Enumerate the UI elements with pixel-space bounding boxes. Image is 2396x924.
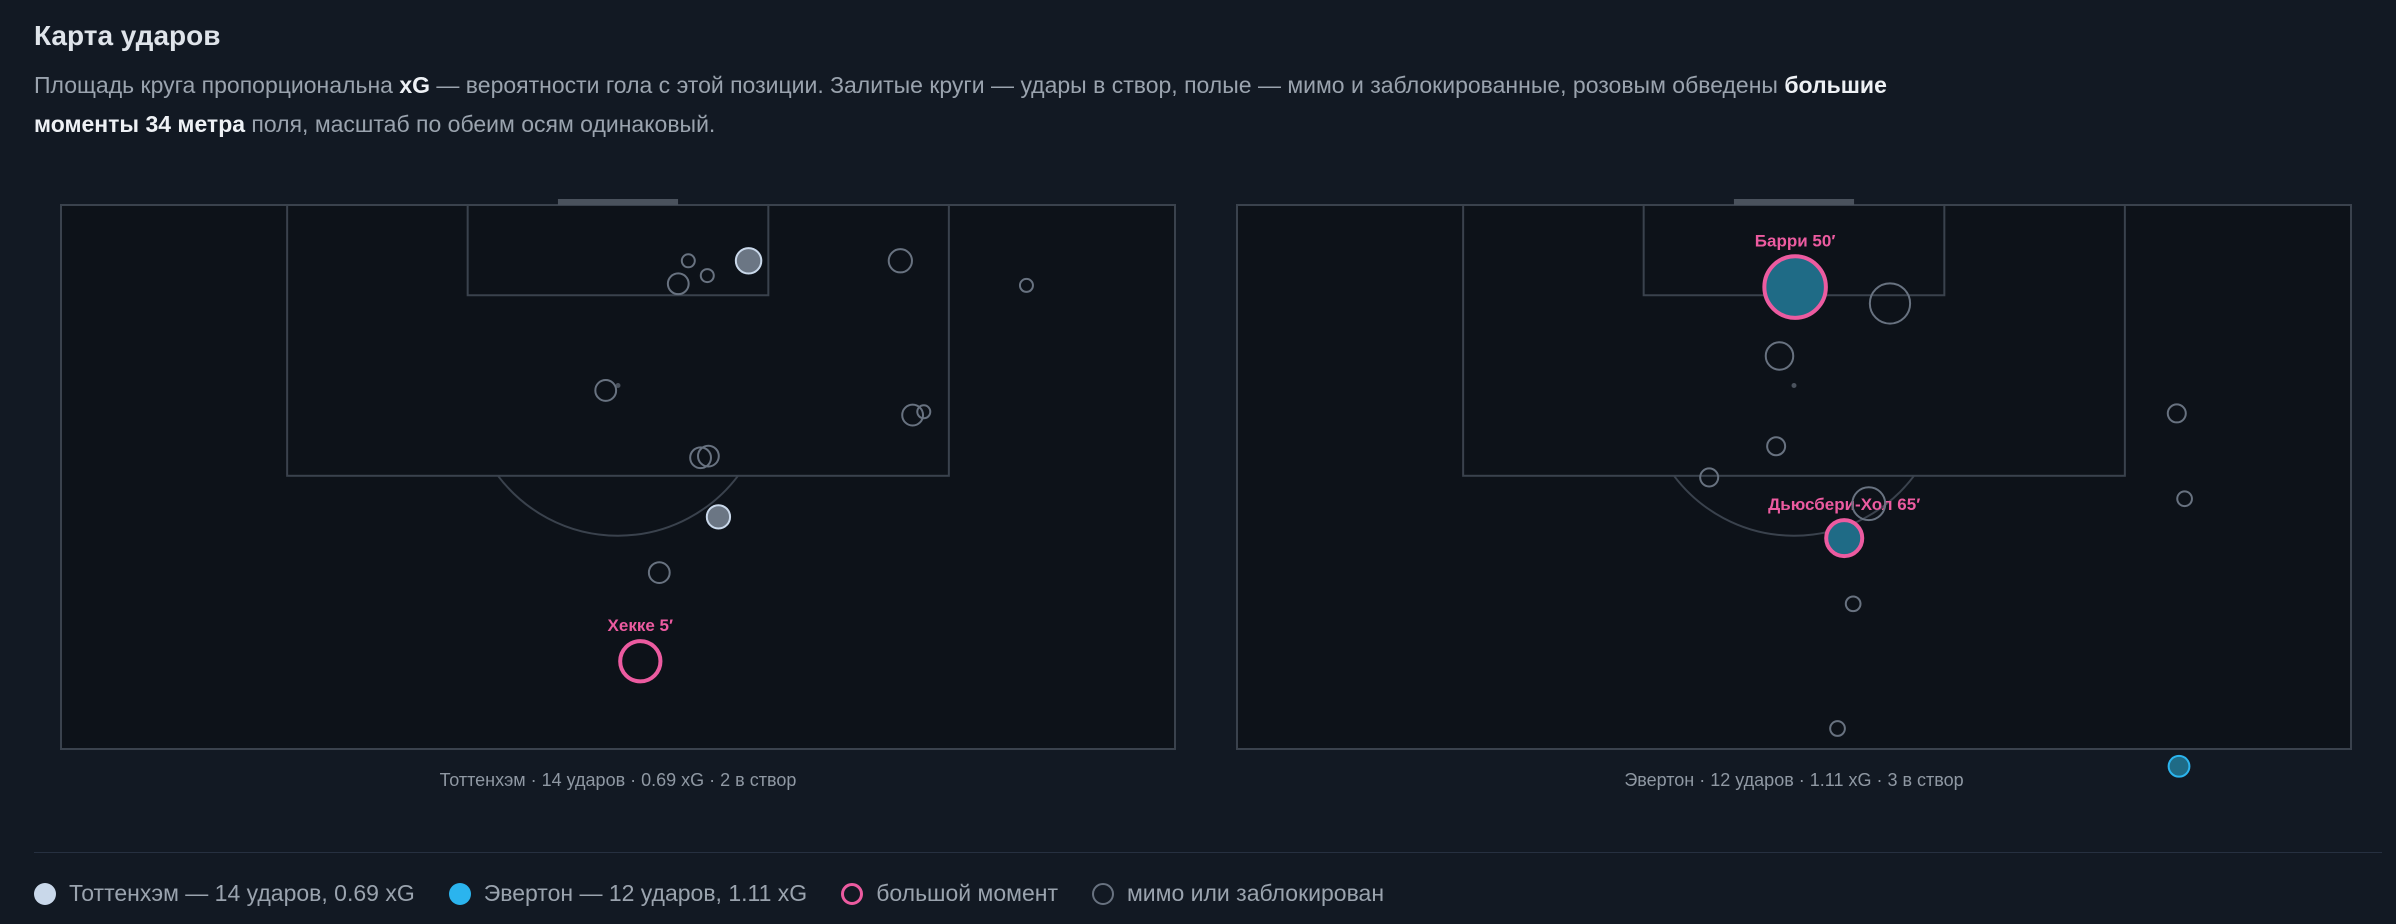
shot-marker — [734, 247, 763, 275]
pitch-svg-tottenham: Хекке 5′ — [60, 199, 1176, 750]
shot-label: Барри 50′ — [1755, 231, 1836, 250]
legend-label-tottenham: Тоттенхэм — 14 ударов, 0.69 xG — [69, 880, 415, 906]
legend-label-everton: Эвертон — 12 ударов, 1.11 xG — [483, 880, 808, 906]
pitch-boundary — [60, 204, 1176, 750]
desc-part-3: — вероятности гола с этой позиции. Залит… — [430, 72, 1785, 98]
legend-divider — [34, 852, 2382, 853]
shot-marker — [1762, 254, 1828, 320]
tottenham-swatch-icon — [34, 882, 56, 905]
shot-map-everton: Барри 50′ Дьюсбери-Хол 65′ — [1236, 190, 2352, 778]
page-title: Карта ударов — [34, 20, 221, 51]
legend-item-tottenham: Тоттенхэм — 14 ударов, 0.69 xG — [34, 880, 415, 907]
desc-part-1: Площадь круга пропорциональна — [34, 72, 400, 98]
big-chance-ring-icon — [841, 882, 864, 905]
miss-ring-icon — [1091, 882, 1114, 905]
goal — [1733, 199, 1855, 205]
goal — [557, 199, 679, 205]
shot-label: Хекке 5′ — [608, 616, 674, 635]
pitch-svg-everton: Барри 50′ Дьюсбери-Хол 65′ — [1236, 199, 2352, 778]
legend-item-everton: Эвертон — 12 ударов, 1.11 xG — [448, 880, 808, 907]
everton-swatch-icon — [448, 882, 471, 905]
shot-map-tottenham: Хекке 5′ — [60, 190, 1176, 750]
desc-xg: xG — [399, 72, 431, 98]
desc-part-5: поля, масштаб по обеим осям одинаковый. — [245, 111, 716, 137]
penalty-spot — [1791, 383, 1797, 389]
chart-description: Площадь круга пропорциональна xG — вероя… — [34, 66, 1894, 144]
caption-everton: Эвертон · 12 ударов · 1.11 xG · 3 в ство… — [1624, 770, 1964, 790]
legend-label-miss: мимо или заблокирован — [1126, 880, 1385, 906]
caption-tottenham: Тоттенхэм · 14 ударов · 0.69 xG · 2 в ст… — [439, 770, 797, 790]
legend-item-big-chance: большой момент — [841, 880, 1058, 907]
shot-marker — [1824, 518, 1865, 559]
legend-item-miss: мимо или заблокирован — [1091, 880, 1385, 907]
legend: Тоттенхэм — 14 ударов, 0.69 xG Эвертон —… — [34, 880, 1418, 907]
shot-label: Дьюсбери-Хол 65′ — [1768, 495, 1920, 514]
legend-label-big-chance: большой момент — [876, 880, 1058, 906]
shot-marker — [705, 504, 732, 530]
